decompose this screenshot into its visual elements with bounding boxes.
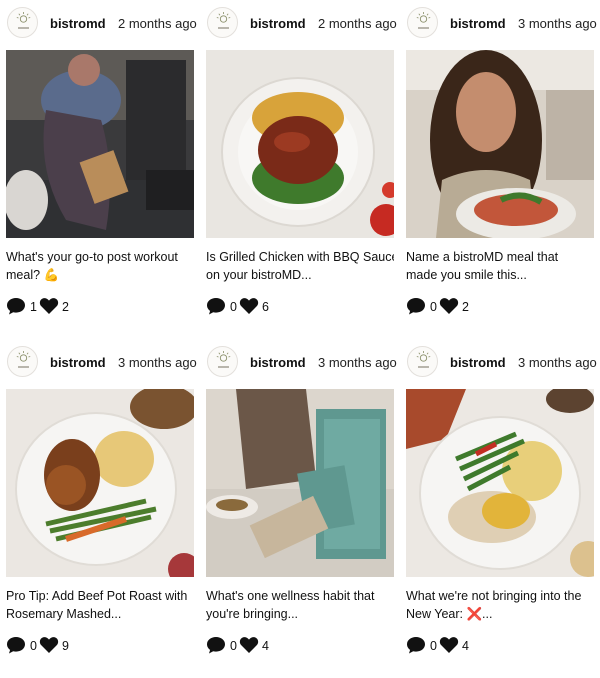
comment-icon[interactable] — [406, 635, 426, 655]
avatar[interactable] — [407, 346, 438, 377]
post-header: bistromd 3 months ago — [406, 339, 597, 387]
post-header: bistromd 2 months ago — [6, 0, 197, 48]
heart-icon[interactable] — [239, 296, 259, 316]
caption-line: What's one wellness habit that — [206, 589, 375, 603]
post-card[interactable]: bistromd 3 months ago Pro Tip: Add Beef … — [6, 339, 197, 669]
timestamp: 3 months ago — [518, 16, 597, 31]
caption-line: What we're not bringing into the — [406, 589, 582, 603]
like-count: 4 — [262, 639, 269, 653]
like-count: 9 — [62, 639, 69, 653]
username[interactable]: bistromd — [450, 355, 506, 370]
comment-count: 0 — [430, 639, 437, 653]
comment-count: 0 — [230, 639, 237, 653]
caption-line: Is Grilled Chicken with BBQ Sauce — [206, 250, 394, 264]
post-stats: 0 4 — [206, 635, 394, 655]
username[interactable]: bistromd — [450, 16, 506, 31]
avatar[interactable] — [207, 346, 238, 377]
post-card[interactable]: bistromd 2 months ago Is Grilled Chicken… — [206, 0, 397, 330]
like-count: 2 — [462, 300, 469, 314]
post-caption[interactable]: Pro Tip: Add Beef Pot Roast with Rosemar… — [6, 587, 194, 623]
post-stats: 1 2 — [6, 296, 194, 316]
avatar[interactable] — [407, 7, 438, 38]
bistromd-logo-icon — [216, 351, 231, 368]
post-stats: 0 6 — [206, 296, 394, 316]
caption-line: on your bistroMD... — [206, 268, 312, 282]
post-card[interactable]: bistromd 3 months ago Name a bistroMD me… — [406, 0, 597, 330]
heart-icon[interactable] — [39, 635, 59, 655]
caption-line: Name a bistroMD meal that — [406, 250, 559, 264]
bistromd-logo-icon — [16, 12, 31, 29]
timestamp: 3 months ago — [118, 355, 197, 370]
heart-icon[interactable] — [39, 296, 59, 316]
avatar[interactable] — [7, 346, 38, 377]
comment-icon[interactable] — [6, 635, 26, 655]
like-count: 6 — [262, 300, 269, 314]
post-image[interactable] — [6, 389, 194, 577]
timestamp: 2 months ago — [318, 16, 397, 31]
instagram-feed-grid: bistromd 2 months ago What's your go-to … — [0, 0, 600, 678]
caption-line: meal? 💪 — [6, 268, 60, 282]
timestamp: 3 months ago — [518, 355, 597, 370]
like-count: 4 — [462, 639, 469, 653]
heart-icon[interactable] — [239, 635, 259, 655]
heart-icon[interactable] — [439, 296, 459, 316]
comment-count: 0 — [30, 639, 37, 653]
heart-icon[interactable] — [439, 635, 459, 655]
post-header: bistromd 3 months ago — [406, 0, 597, 48]
like-count: 2 — [62, 300, 69, 314]
caption-line: made you smile this... — [406, 268, 527, 282]
post-caption[interactable]: Name a bistroMD meal that made you smile… — [406, 248, 594, 284]
post-image[interactable] — [206, 389, 394, 577]
username[interactable]: bistromd — [50, 355, 106, 370]
username[interactable]: bistromd — [50, 16, 106, 31]
username[interactable]: bistromd — [250, 16, 306, 31]
username[interactable]: bistromd — [250, 355, 306, 370]
post-card[interactable]: bistromd 2 months ago What's your go-to … — [6, 0, 197, 330]
post-header: bistromd 2 months ago — [206, 0, 397, 48]
bistromd-logo-icon — [216, 12, 231, 29]
caption-line: New Year: ❌... — [406, 607, 493, 621]
bistromd-logo-icon — [16, 351, 31, 368]
bistromd-logo-icon — [416, 351, 431, 368]
post-image[interactable] — [206, 50, 394, 238]
comment-icon[interactable] — [206, 296, 226, 316]
caption-line: What's your go-to post workout — [6, 250, 178, 264]
caption-line: Rosemary Mashed... — [6, 607, 122, 621]
post-header: bistromd 3 months ago — [6, 339, 197, 387]
post-caption[interactable]: What we're not bringing into the New Yea… — [406, 587, 594, 623]
comment-icon[interactable] — [406, 296, 426, 316]
post-caption[interactable]: What's one wellness habit that you're br… — [206, 587, 394, 623]
timestamp: 3 months ago — [318, 355, 397, 370]
timestamp: 2 months ago — [118, 16, 197, 31]
post-stats: 0 4 — [406, 635, 594, 655]
avatar[interactable] — [207, 7, 238, 38]
post-stats: 0 2 — [406, 296, 594, 316]
post-caption[interactable]: Is Grilled Chicken with BBQ Sauce on you… — [206, 248, 394, 284]
post-header: bistromd 3 months ago — [206, 339, 397, 387]
comment-count: 0 — [230, 300, 237, 314]
post-image[interactable] — [6, 50, 194, 238]
caption-line: Pro Tip: Add Beef Pot Roast with — [6, 589, 188, 603]
comment-icon[interactable] — [206, 635, 226, 655]
post-caption[interactable]: What's your go-to post workout meal? 💪 — [6, 248, 194, 284]
bistromd-logo-icon — [416, 12, 431, 29]
post-stats: 0 9 — [6, 635, 194, 655]
post-image[interactable] — [406, 389, 594, 577]
caption-line: you're bringing... — [206, 607, 299, 621]
comment-count: 0 — [430, 300, 437, 314]
post-image[interactable] — [406, 50, 594, 238]
comment-icon[interactable] — [6, 296, 26, 316]
post-card[interactable]: bistromd 3 months ago What's one wellnes… — [206, 339, 397, 669]
post-card[interactable]: bistromd 3 months ago What we're not bri… — [406, 339, 597, 669]
comment-count: 1 — [30, 300, 37, 314]
avatar[interactable] — [7, 7, 38, 38]
